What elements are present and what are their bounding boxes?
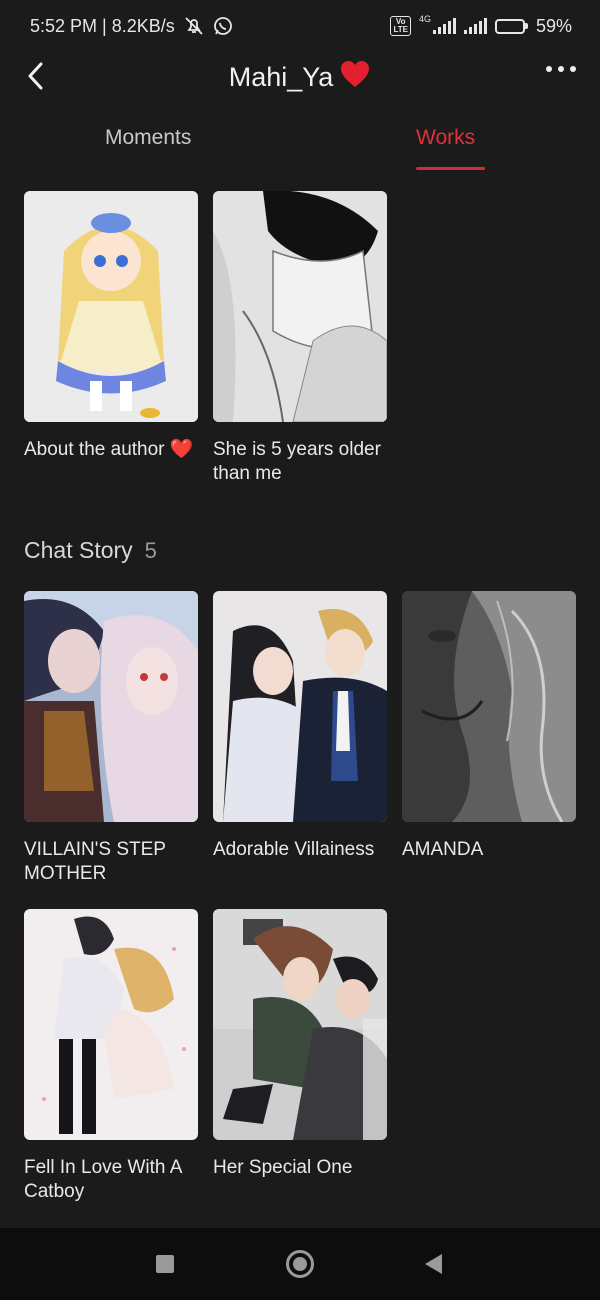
chat-story-card-amanda[interactable]: AMANDA: [402, 591, 576, 862]
cover-image: [402, 591, 576, 822]
home-button[interactable]: [270, 1228, 330, 1300]
story-title: Adorable Villainess: [213, 839, 375, 860]
tab-bar: Moments Works: [0, 110, 600, 172]
recents-square-icon: [156, 1255, 174, 1273]
story-title: AMANDA: [402, 839, 484, 860]
more-dots-icon: [546, 66, 552, 72]
work-title: She is 5 years older than me: [213, 439, 381, 484]
whatsapp-icon: [213, 16, 233, 36]
more-options-button[interactable]: [546, 66, 576, 72]
work-title: About the author ❤️: [24, 439, 194, 460]
volte-icon: Vo LTE: [390, 16, 411, 36]
status-time: 5:52 PM | 8.2KB/s: [30, 15, 175, 36]
back-button[interactable]: [20, 58, 50, 94]
app-header: Mahi_Ya: [0, 52, 600, 102]
cover-image: [213, 191, 387, 422]
chat-story-card-adorable-villainess[interactable]: Adorable Villainess: [213, 591, 387, 862]
tab-works[interactable]: Works: [416, 126, 475, 150]
chat-story-card-catboy[interactable]: Fell In Love With A Catboy: [24, 909, 198, 1204]
chat-story-card-villains-step-mother[interactable]: VILLAIN'S STEP MOTHER: [24, 591, 198, 886]
page-title-text: Mahi_Ya: [228, 61, 334, 92]
home-circle-icon: [286, 1250, 314, 1278]
tab-active-indicator: [416, 167, 485, 170]
cover-image: [24, 191, 198, 422]
tab-moments[interactable]: Moments: [105, 126, 191, 150]
status-bar: 5:52 PM | 8.2KB/s Vo LTE 4G 59%: [0, 0, 600, 52]
section-label: Chat Story: [24, 537, 133, 563]
status-left: 5:52 PM | 8.2KB/s: [30, 16, 233, 37]
story-title: Her Special One: [213, 1157, 353, 1178]
chat-story-card-her-special-one[interactable]: Her Special One: [213, 909, 387, 1180]
signal-icon-2: [463, 18, 487, 34]
work-card-about-author[interactable]: About the author ❤️: [24, 191, 198, 462]
mute-icon: [183, 16, 205, 36]
cover-image: [213, 909, 387, 1140]
network-type: 4G: [418, 14, 431, 24]
section-count: 5: [144, 538, 157, 563]
cover-image: [24, 591, 198, 822]
chevron-left-icon: [28, 62, 43, 90]
page-title: Mahi_Ya: [229, 59, 372, 96]
system-back-button[interactable]: [403, 1228, 463, 1300]
system-nav-bar: [0, 1228, 600, 1300]
chat-story-header: Chat Story 5: [24, 537, 157, 564]
story-title: VILLAIN'S STEP MOTHER: [24, 839, 166, 884]
story-title: Fell In Love With A Catboy: [24, 1157, 182, 1202]
cover-image: [24, 909, 198, 1140]
battery-icon: [494, 18, 528, 34]
signal-icon: [432, 18, 456, 34]
recents-button[interactable]: [135, 1228, 195, 1300]
status-right: Vo LTE 4G 59%: [390, 14, 572, 37]
work-card-older-than-me[interactable]: She is 5 years older than me: [213, 191, 387, 486]
battery-percent: 59%: [535, 15, 572, 36]
back-triangle-icon: [424, 1254, 442, 1274]
heart-icon: [339, 59, 371, 96]
cover-image: [213, 591, 387, 822]
